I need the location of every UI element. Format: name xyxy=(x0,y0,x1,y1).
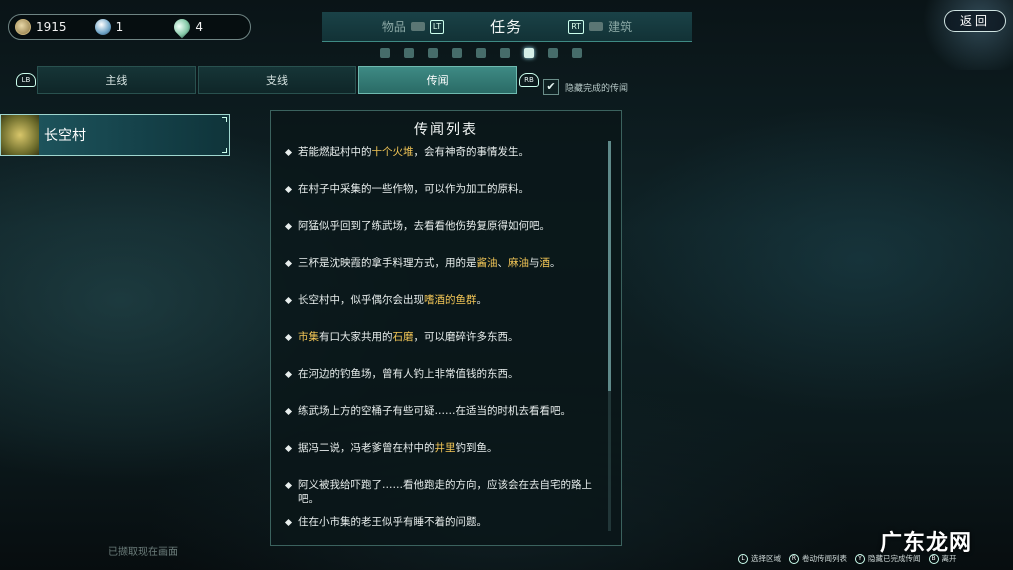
currency-drops: 4 xyxy=(171,15,250,39)
category-brush-icon[interactable] xyxy=(524,48,534,58)
entry-text: 阿猛似乎回到了练武场，去看看他伤势复原得如何吧。 xyxy=(298,220,550,232)
highlight-text: 井里 xyxy=(434,442,456,454)
rumor-entry: 三杯是沈映霞的拿手料理方式，用的是酱油、麻油与酒。 xyxy=(284,256,604,293)
entry-text: ，会有神奇的事情发生。 xyxy=(413,146,530,158)
entry-text: 阿义被我给吓跑了……看他跑走的方向，应该会在去自宅的路上吧。 xyxy=(298,479,592,505)
entry-text: 有口大家共用的 xyxy=(319,331,393,343)
rumor-entry: 据冯二说，冯老爹曾在村中的井里钓到鱼。 xyxy=(284,441,604,478)
droplet-count: 4 xyxy=(195,20,203,34)
entry-text: 三杯是沈映霞的拿手料理方式，用的是 xyxy=(298,257,477,269)
entry-text: 练武场上方的空桶子有些可疑……在适当的时机去看看吧。 xyxy=(298,405,571,417)
rumor-entry: 在村子中采集的一些作物，可以作为加工的原料。 xyxy=(284,182,604,219)
rumor-entry: 练武场上方的空桶子有些可疑……在适当的时机去看看吧。 xyxy=(284,404,604,441)
rumor-entry: 阿义被我给吓跑了……看他跑走的方向，应该会在去自宅的路上吧。 xyxy=(284,478,604,515)
category-person-icon[interactable] xyxy=(380,48,390,58)
category-fish-icon[interactable] xyxy=(452,48,462,58)
top-tab-bar: 物品 LT 任务 RT 建筑 xyxy=(322,12,692,42)
category-icon-row xyxy=(380,46,640,60)
rumor-entries: 若能燃起村中的十个火堆，会有神奇的事情发生。 在村子中采集的一些作物，可以作为加工… xyxy=(284,145,604,552)
sub-tab-bar: 主线 支线 传闻 xyxy=(37,66,518,94)
rumor-entry: 在河边的钓鱼场，曾有人钓上非常值钱的东西。 xyxy=(284,367,604,404)
hide-completed-toggle[interactable]: ✔ 隐藏完成的传闻 xyxy=(543,79,628,95)
highlight-text: 石磨 xyxy=(392,331,414,343)
tab-rumors[interactable]: 传闻 xyxy=(358,66,518,94)
hint-label: 卷动传闻列表 xyxy=(802,554,847,563)
rumor-entry: 若能燃起村中的十个火堆，会有神奇的事情发生。 xyxy=(284,145,604,182)
tab-items[interactable]: 物品 LT xyxy=(381,18,445,35)
highlight-text: 十个火堆 xyxy=(371,146,414,158)
entry-text: 、 xyxy=(497,257,509,269)
hint-select-area: L 选择区域 xyxy=(738,553,781,564)
category-book-icon[interactable] xyxy=(572,48,582,58)
coin-count: 1915 xyxy=(36,20,67,34)
entry-text: 。 xyxy=(550,257,561,269)
entry-text: 若能燃起村中的 xyxy=(298,146,372,158)
orb-icon xyxy=(94,19,111,35)
entry-text: 钓到鱼。 xyxy=(455,442,498,454)
entry-text: 长空村中，似乎偶尔会出现 xyxy=(298,294,424,306)
rumor-list-panel[interactable]: 传闻列表 若能燃起村中的十个火堆，会有神奇的事情发生。 在村子中采集的一些作物，可… xyxy=(270,110,622,546)
tab-buildings[interactable]: RT 建筑 xyxy=(568,18,632,35)
location-thumbnail xyxy=(1,115,39,155)
hide-completed-label: 隐藏完成的传闻 xyxy=(565,83,629,94)
highlight-text: 酒 xyxy=(539,257,551,269)
tab-main-story[interactable]: 主线 xyxy=(37,66,196,94)
lt-key-icon: LT xyxy=(429,19,445,34)
rumor-entry: 住在小市集的老王似乎有睡不着的问题。 xyxy=(284,515,604,552)
scroll-thumb[interactable] xyxy=(608,141,611,391)
left-stick-icon: L xyxy=(738,553,748,564)
entry-text: 在村子中采集的一些作物，可以作为加工的原料。 xyxy=(298,183,529,195)
currency-bar: 1915 1 4 xyxy=(8,14,251,40)
y-button-icon: Y xyxy=(855,553,865,564)
watermark: 广东龙网 xyxy=(880,531,973,556)
hint-scroll-list: R 卷动传闻列表 xyxy=(789,553,847,564)
category-cup-icon[interactable] xyxy=(476,48,486,58)
corner-mark xyxy=(222,148,227,153)
lb-key-icon: LB xyxy=(16,73,36,87)
hide-completed-checkbox[interactable]: ✔ xyxy=(543,79,559,95)
category-leaf-icon[interactable] xyxy=(428,48,438,58)
category-house-icon[interactable] xyxy=(548,48,558,58)
corner-mark xyxy=(222,117,227,122)
location-name: 长空村 xyxy=(44,128,86,144)
tab-side-quests[interactable]: 支线 xyxy=(197,66,357,94)
panel-title: 传闻列表 xyxy=(414,122,478,138)
entry-text: 在河边的钓鱼场，曾有人钓上非常值钱的东西。 xyxy=(298,368,519,380)
highlight-text: 市集 xyxy=(298,331,319,343)
right-stick-icon: R xyxy=(789,553,799,564)
tab-quests[interactable]: 任务 xyxy=(490,16,522,37)
category-chest-icon[interactable] xyxy=(500,48,510,58)
screenshot-note: 已撷取现在画面 xyxy=(108,547,178,558)
orb-count: 1 xyxy=(115,20,124,34)
entry-text: 住在小市集的老王似乎有睡不着的问题。 xyxy=(298,516,487,528)
hint-label: 选择区域 xyxy=(751,554,781,563)
coin-icon xyxy=(15,19,31,35)
highlight-text: 酱油 xyxy=(476,257,498,269)
rumor-entry: 市集有口大家共用的石磨，可以磨碎许多东西。 xyxy=(284,330,604,367)
droplet-icon xyxy=(171,15,194,39)
location-item-changkong-village[interactable]: 长空村 xyxy=(0,114,230,156)
tab-items-label: 物品 xyxy=(381,20,406,34)
return-button[interactable]: 返回 xyxy=(944,10,1006,32)
rb-key-icon: RB xyxy=(519,73,539,87)
entry-text: 。 xyxy=(476,294,488,306)
rumor-entry: 阿猛似乎回到了练武场，去看看他伤势复原得如何吧。 xyxy=(284,219,604,256)
entry-text: 据冯二说，冯老爹曾在村中的 xyxy=(298,442,435,454)
currency-orbs: 1 xyxy=(94,19,171,35)
highlight-text: 嗜酒的鱼群 xyxy=(424,294,477,306)
rt-key-icon: RT xyxy=(568,19,585,34)
entry-text: ，可以磨碎许多东西。 xyxy=(413,331,519,343)
rumor-entry: 长空村中，似乎偶尔会出现嗜酒的鱼群。 xyxy=(284,293,604,330)
items-icon xyxy=(410,22,425,31)
scrollbar[interactable] xyxy=(608,141,611,531)
currency-coins: 1915 xyxy=(15,19,91,35)
category-compass-icon[interactable] xyxy=(404,48,414,58)
entry-text: 与 xyxy=(529,257,540,269)
tab-buildings-label: 建筑 xyxy=(608,20,633,34)
highlight-text: 麻油 xyxy=(508,257,529,269)
buildings-icon xyxy=(589,22,604,31)
